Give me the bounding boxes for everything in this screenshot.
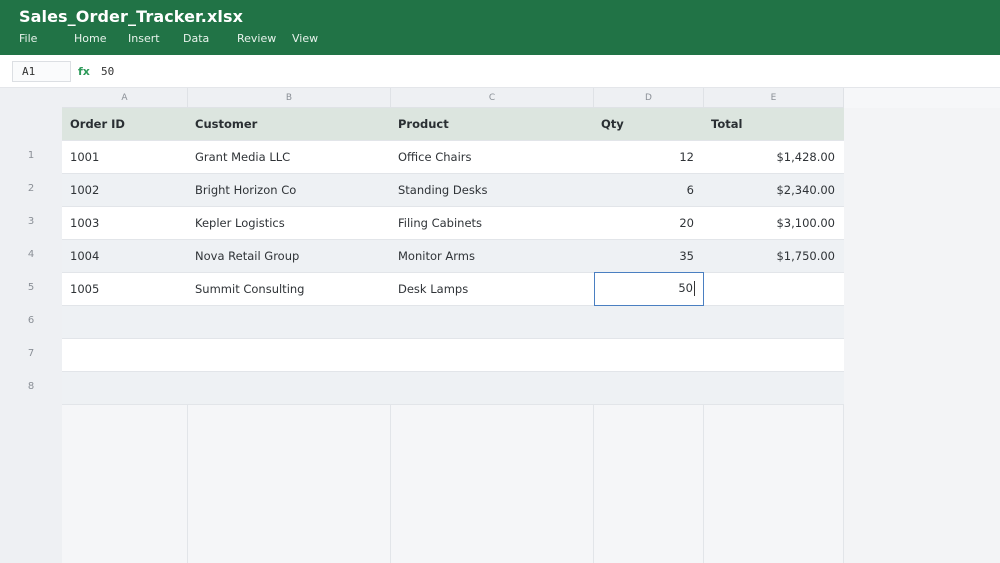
cell-customer[interactable]: Summit Consulting [195, 273, 385, 306]
title-bar: Sales_Order_Tracker.xlsx File Home Inser… [0, 0, 1000, 55]
table-row[interactable] [62, 339, 844, 372]
menu-view[interactable]: View [292, 32, 318, 45]
empty-sheet-area [844, 108, 1000, 563]
cell-customer[interactable]: Kepler Logistics [195, 207, 385, 240]
cell-total[interactable] [708, 273, 835, 306]
fx-icon: fx [78, 65, 90, 78]
table-row[interactable] [62, 372, 844, 405]
cell-product[interactable]: Desk Lamps [398, 273, 588, 306]
cell-customer[interactable]: Bright Horizon Co [195, 174, 385, 207]
column-header-c[interactable]: C [391, 88, 594, 108]
table-header-row: Order ID Customer Product Qty Total [62, 108, 844, 141]
row-header-7[interactable]: 7 [0, 348, 62, 359]
table-row: 1002 Bright Horizon Co Standing Desks 6 … [62, 174, 844, 207]
cell-total[interactable]: $1,750.00 [708, 240, 835, 273]
cell-product[interactable]: Office Chairs [398, 141, 588, 174]
cell-order-id[interactable]: 1004 [70, 240, 182, 273]
row-header-1[interactable]: 1 [0, 150, 62, 161]
select-all-corner[interactable] [0, 88, 62, 108]
row-header-6[interactable]: 6 [0, 315, 62, 326]
row-header-5[interactable]: 5 [0, 282, 62, 293]
cell-order-id[interactable]: 1001 [70, 141, 182, 174]
row-header-4[interactable]: 4 [0, 249, 62, 260]
column-header-a[interactable]: A [62, 88, 188, 108]
sheet-cells: Order ID Customer Product Qty Total 1001… [62, 108, 844, 563]
header-customer[interactable]: Customer [195, 108, 385, 141]
cell-product[interactable]: Standing Desks [398, 174, 588, 207]
header-product[interactable]: Product [398, 108, 588, 141]
row-header-gutter: 1 2 3 4 5 6 7 8 [0, 108, 62, 563]
formula-bar: A1 fx 50 [0, 55, 1000, 88]
cell-product[interactable]: Monitor Arms [398, 240, 588, 273]
menu-insert[interactable]: Insert [128, 32, 160, 45]
cell-qty[interactable]: 35 [598, 240, 694, 273]
table-row: 1004 Nova Retail Group Monitor Arms 35 $… [62, 240, 844, 273]
text-caret [694, 281, 695, 296]
active-cell-value[interactable]: 50 [678, 273, 695, 304]
cell-total[interactable]: $1,428.00 [708, 141, 835, 174]
column-header-d[interactable]: D [594, 88, 704, 108]
cell-order-id[interactable]: 1005 [70, 273, 182, 306]
name-box[interactable]: A1 [12, 61, 71, 82]
menu-file[interactable]: File [19, 32, 37, 45]
cell-qty[interactable]: 12 [598, 141, 694, 174]
menu-home[interactable]: Home [74, 32, 106, 45]
header-order-id[interactable]: Order ID [70, 108, 182, 141]
cell-customer[interactable]: Grant Media LLC [195, 141, 385, 174]
cell-customer[interactable]: Nova Retail Group [195, 240, 385, 273]
cell-product[interactable]: Filing Cabinets [398, 207, 588, 240]
column-header-e[interactable]: E [704, 88, 844, 108]
document-title: Sales_Order_Tracker.xlsx [19, 7, 243, 26]
cell-order-id[interactable]: 1002 [70, 174, 182, 207]
active-cell-editor[interactable]: 50 [594, 272, 704, 306]
cell-total[interactable]: $3,100.00 [708, 207, 835, 240]
table-row: 1005 Summit Consulting Desk Lamps [62, 273, 844, 306]
row-header-3[interactable]: 3 [0, 216, 62, 227]
table-row[interactable] [62, 306, 844, 339]
cell-qty[interactable]: 20 [598, 207, 694, 240]
header-qty[interactable]: Qty [601, 108, 696, 141]
cell-total[interactable]: $2,340.00 [708, 174, 835, 207]
cell-qty[interactable]: 6 [598, 174, 694, 207]
column-header-b[interactable]: B [188, 88, 391, 108]
spreadsheet-grid: A B C D E 1 2 3 4 5 6 7 8 Order ID Custo… [0, 88, 1000, 563]
row-header-8[interactable]: 8 [0, 381, 62, 392]
header-total[interactable]: Total [711, 108, 836, 141]
table-row: 1001 Grant Media LLC Office Chairs 12 $1… [62, 141, 844, 174]
formula-input[interactable]: 50 [101, 65, 114, 78]
menu-review[interactable]: Review [237, 32, 276, 45]
row-header-2[interactable]: 2 [0, 183, 62, 194]
table-row: 1003 Kepler Logistics Filing Cabinets 20… [62, 207, 844, 240]
menu-data[interactable]: Data [183, 32, 209, 45]
cell-order-id[interactable]: 1003 [70, 207, 182, 240]
